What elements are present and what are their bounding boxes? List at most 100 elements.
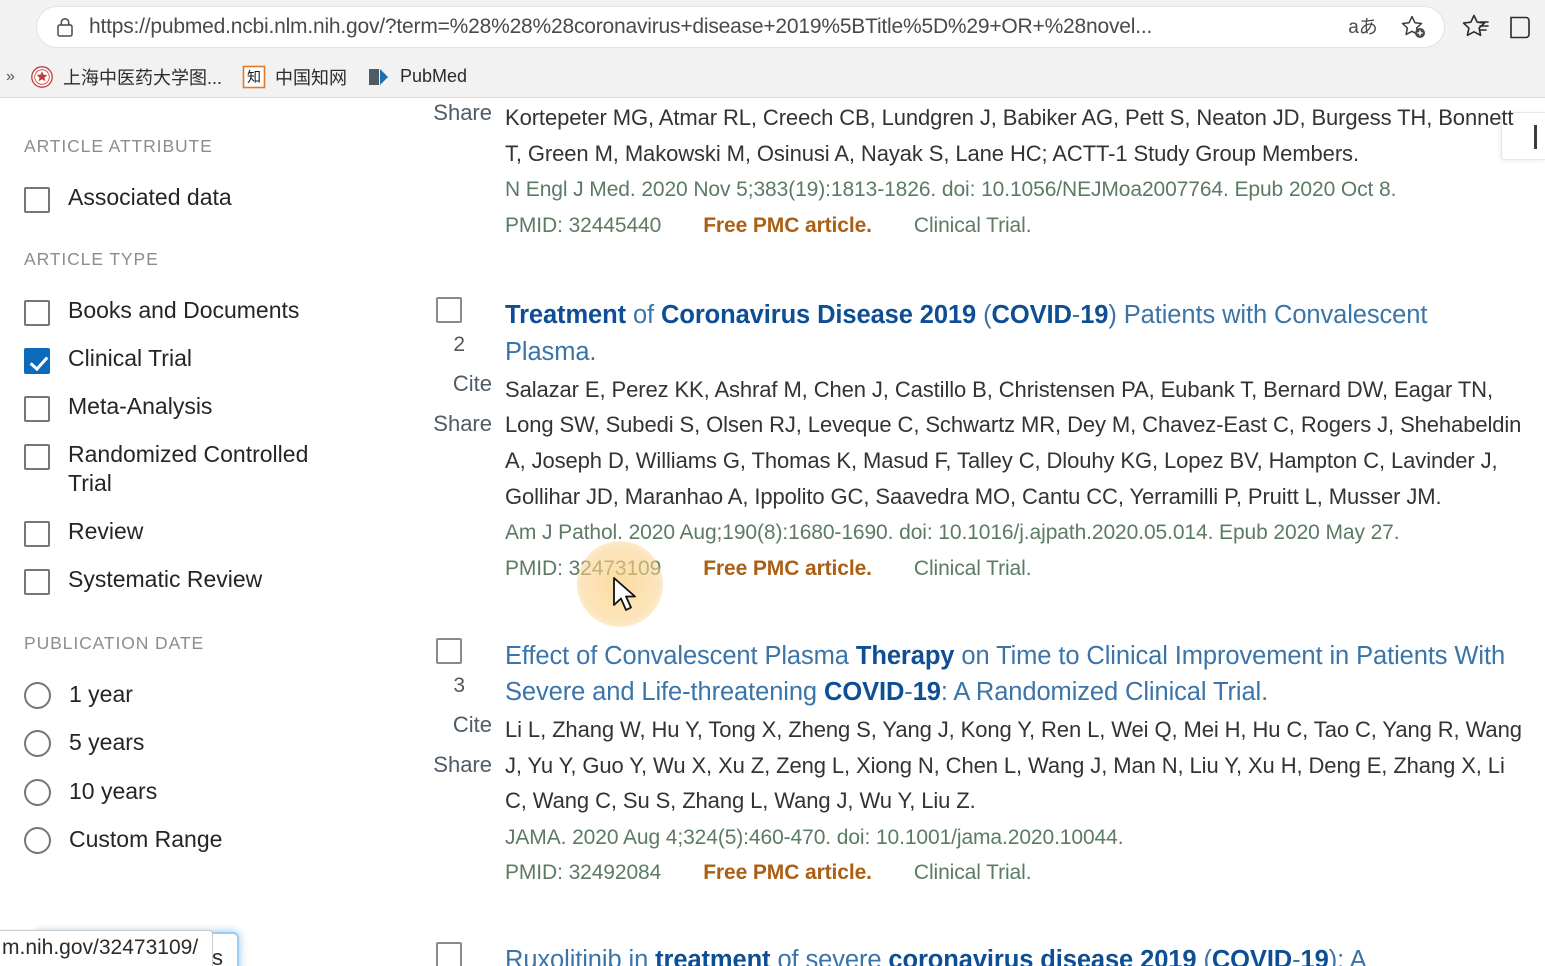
filter-associated-data[interactable]: Associated data	[24, 183, 376, 213]
filter-group-title: ARTICLE TYPE	[24, 249, 159, 269]
filter-label: Custom Range	[69, 826, 223, 853]
bookmarks-overflow-icon[interactable]: »	[6, 68, 20, 86]
filter-group-title: PUBLICATION DATE	[24, 632, 205, 653]
filter-clinical-trial[interactable]: Clinical Trial	[24, 344, 376, 374]
checkbox-icon[interactable]	[24, 396, 50, 422]
filter-meta-analysis[interactable]: Meta-Analysis	[24, 392, 376, 422]
filter-label: 10 years	[69, 777, 158, 804]
result-publication-type: Clinical Trial.	[913, 861, 1032, 885]
filter-randomized-controlled-trial[interactable]: Randomized Controlled Trial	[24, 440, 376, 499]
filter-5-years[interactable]: 5 years	[24, 728, 376, 758]
collections-icon[interactable]	[1503, 10, 1537, 44]
svg-text:知: 知	[247, 69, 261, 86]
add-favorite-star-icon[interactable]	[1396, 10, 1430, 44]
share-button[interactable]: Share	[400, 411, 492, 437]
filter-label: Associated data	[68, 184, 232, 210]
translate-label: aあ	[1348, 16, 1378, 38]
lock-icon	[55, 16, 75, 38]
filter-label: 1 year	[69, 680, 133, 707]
result-gutter: 3 Cite Share	[400, 637, 500, 778]
bookmark-label: 上海中医药大学图...	[63, 67, 223, 88]
radio-icon[interactable]	[24, 730, 51, 758]
cnki-icon: 知	[242, 65, 266, 89]
bookmark-pubmed[interactable]: PubMed	[357, 61, 477, 93]
university-seal-icon	[30, 65, 54, 89]
favorites-list-icon[interactable]	[1459, 10, 1493, 44]
filter-group-publication-date: PUBLICATION DATE 1 year 5 years 10 years…	[24, 633, 376, 855]
result-item: Share Kortepeter MG, Atmar RL, Creech CB…	[400, 100, 1525, 242]
result-authors: Salazar E, Perez KK, Ashraf M, Chen J, C…	[505, 376, 1522, 509]
filter-label: Systematic Review	[68, 565, 263, 592]
address-bar[interactable]: https://pubmed.ncbi.nlm.nih.gov/?term=%2…	[36, 6, 1445, 48]
filter-group-title: ARTICLE ATTRIBUTE	[24, 136, 213, 156]
result-checkbox[interactable]	[436, 942, 462, 966]
result-checkbox[interactable]	[436, 637, 462, 664]
result-title-link[interactable]: Treatment of Coronavirus Disease 2019 (C…	[505, 297, 1525, 369]
checkbox-icon[interactable]	[24, 300, 50, 326]
share-button[interactable]: Share	[400, 752, 492, 778]
result-number: 3	[453, 673, 465, 697]
bookmark-cnki[interactable]: 知 中国知网	[232, 60, 357, 94]
result-citation: Am J Pathol. 2020 Aug;190(8):1680-1690. …	[505, 521, 1400, 545]
translate-icon[interactable]: aあ	[1346, 10, 1380, 44]
result-meta: PMID: 32445440 Free PMC article. Clinica…	[505, 209, 1525, 243]
filters-sidebar: ARTICLE ATTRIBUTE Associated data ARTICL…	[0, 98, 400, 966]
filter-custom-range[interactable]: Custom Range	[24, 825, 376, 855]
filter-group-article-attribute: ARTICLE ATTRIBUTE Associated data	[24, 136, 376, 213]
cite-button[interactable]: Cite	[400, 371, 492, 397]
result-item: Ruxolitinib in treatment of severe coron…	[400, 942, 1525, 966]
result-item: 3 Cite Share Effect of Convalescent Plas…	[400, 637, 1525, 890]
search-results-list: Share Kortepeter MG, Atmar RL, Creech CB…	[400, 98, 1525, 966]
filter-label: Meta-Analysis	[68, 393, 213, 419]
radio-icon[interactable]	[24, 827, 51, 855]
result-citation: JAMA. 2020 Aug 4;324(5):460-470. doi: 10…	[505, 825, 1124, 849]
pubmed-icon	[367, 65, 391, 89]
result-citation: N Engl J Med. 2020 Nov 5;383(19):1813-18…	[505, 178, 1397, 202]
filter-label: Randomized Controlled Trial	[68, 441, 309, 497]
result-pmid[interactable]: PMID: 32445440	[505, 209, 661, 243]
free-pmc-badge: Free PMC article.	[703, 556, 872, 580]
filter-10-years[interactable]: 10 years	[24, 777, 376, 806]
filter-books-and-documents[interactable]: Books and Documents	[24, 296, 376, 326]
checkbox-icon[interactable]	[24, 444, 50, 470]
filter-label: Books and Documents	[68, 297, 300, 323]
url-bar-row: https://pubmed.ncbi.nlm.nih.gov/?term=%2…	[0, 0, 1545, 55]
page-content: ARTICLE ATTRIBUTE Associated data ARTICL…	[0, 98, 1545, 966]
share-button[interactable]: Share	[400, 100, 492, 126]
filter-review[interactable]: Review	[24, 517, 376, 547]
result-pmid[interactable]: PMID: 32473109	[505, 552, 661, 586]
bookmarks-bar: » 上海中医药大学图... 知 中国知网 PubMed	[0, 55, 1545, 98]
url-text: https://pubmed.ncbi.nlm.nih.gov/?term=%2…	[89, 15, 1153, 38]
bookmark-shanghai-tcm-library[interactable]: 上海中医药大学图...	[20, 60, 232, 94]
result-title-link[interactable]: Ruxolitinib in treatment of severe coron…	[505, 942, 1525, 966]
checkbox-icon[interactable]	[24, 520, 50, 547]
result-title-link[interactable]: Effect of Convalescent Plasma Therapy on…	[505, 638, 1525, 710]
checkbox-icon[interactable]	[24, 568, 50, 595]
filter-label: Clinical Trial	[68, 345, 192, 371]
result-pmid[interactable]: PMID: 32492084	[505, 856, 661, 890]
status-bar-url-tooltip: m.nih.gov/32473109/	[0, 930, 214, 966]
checkbox-icon[interactable]	[24, 187, 50, 213]
result-gutter: Share	[400, 100, 500, 126]
result-authors: Li L, Zhang W, Hu Y, Tong X, Zheng S, Ya…	[505, 716, 1522, 814]
browser-chrome: https://pubmed.ncbi.nlm.nih.gov/?term=%2…	[0, 0, 1545, 98]
result-publication-type: Clinical Trial.	[913, 213, 1032, 237]
result-meta: PMID: 32492084 Free PMC article. Clinica…	[505, 856, 1525, 890]
bookmark-label: 中国知网	[275, 67, 348, 88]
result-meta: PMID: 32473109 Free PMC article. Clinica…	[505, 552, 1525, 586]
status-bar-text: m.nih.gov/32473109/	[2, 936, 199, 959]
result-authors: Kortepeter MG, Atmar RL, Creech CB, Lund…	[505, 105, 1514, 166]
result-item: 2 Cite Share Treatment of Coronavirus Di…	[400, 297, 1525, 585]
result-checkbox[interactable]	[436, 297, 462, 324]
cite-button[interactable]: Cite	[400, 712, 492, 738]
free-pmc-badge: Free PMC article.	[703, 213, 872, 237]
checkbox-checked-icon[interactable]	[24, 348, 50, 374]
filter-1-year[interactable]: 1 year	[24, 680, 376, 709]
filter-label: Review	[68, 517, 144, 544]
filter-systematic-review[interactable]: Systematic Review	[24, 565, 376, 595]
filter-group-article-type: ARTICLE TYPE Books and Documents Clinica…	[24, 249, 376, 595]
radio-icon[interactable]	[24, 778, 51, 806]
bookmark-label: PubMed	[400, 66, 468, 86]
radio-icon[interactable]	[24, 681, 51, 709]
edge-popup-accent	[1534, 125, 1537, 149]
